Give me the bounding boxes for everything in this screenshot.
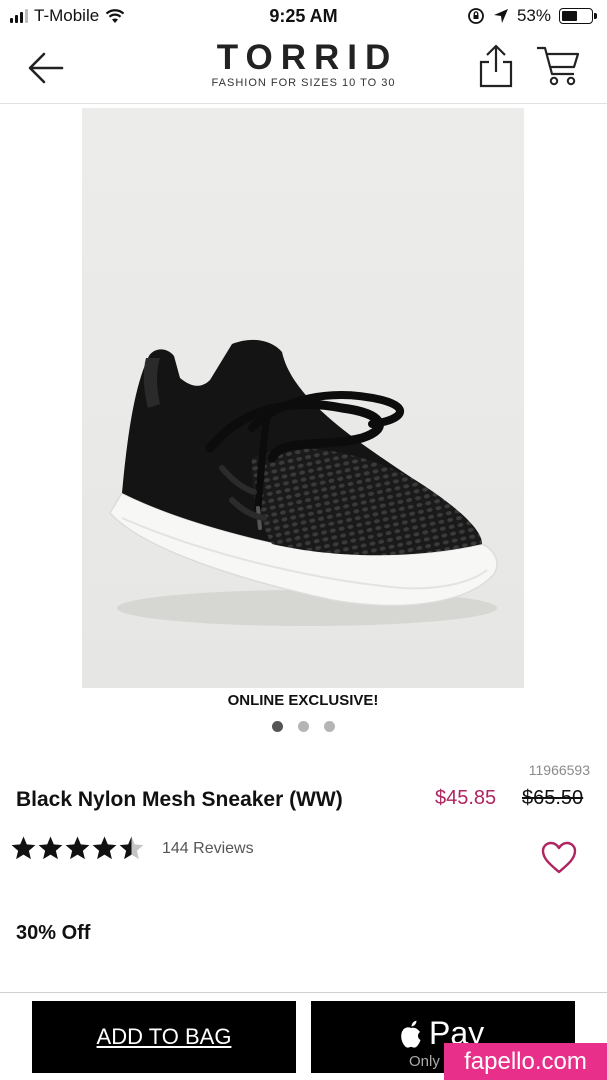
status-right: 53%: [467, 6, 597, 26]
apple-logo-icon: [401, 1020, 421, 1048]
add-to-bag-label: ADD TO BAG: [96, 1024, 232, 1049]
star-icon: [119, 836, 144, 860]
image-pager[interactable]: [0, 721, 607, 732]
battery-icon: [559, 8, 597, 24]
star-icon: [65, 836, 90, 860]
watermark: fapello.com: [444, 1043, 607, 1080]
star-icon: [92, 836, 117, 860]
star-icon: [38, 836, 63, 860]
status-bar: T-Mobile 9:25 AM 53%: [0, 0, 607, 34]
product-image[interactable]: [82, 108, 524, 694]
battery-level: [562, 11, 577, 21]
wishlist-button[interactable]: [539, 840, 579, 876]
online-exclusive-badge: ONLINE EXCLUSIVE!: [82, 688, 524, 714]
cart-icon: [537, 46, 580, 86]
location-icon: [493, 9, 508, 23]
sale-price: $45.85: [435, 787, 497, 809]
app-header: TORRID FASHION FOR SIZES 10 TO 30: [0, 34, 607, 104]
reviews-link[interactable]: 144 Reviews: [162, 840, 254, 858]
product-sku: 11966593: [528, 762, 590, 778]
pager-dot[interactable]: [298, 721, 309, 732]
original-price: $65.50: [522, 787, 584, 809]
apple-pay-subtext: Only: [409, 1053, 440, 1070]
rotation-lock-icon: [468, 8, 484, 24]
share-button[interactable]: [474, 42, 518, 90]
product-title: Black Nylon Mesh Sneaker (WW): [16, 788, 343, 811]
cart-button[interactable]: [534, 44, 584, 88]
heart-icon: [541, 841, 577, 874]
rating-stars[interactable]: [10, 835, 145, 861]
share-icon: [479, 44, 513, 88]
star-icon: [11, 836, 36, 860]
add-to-bag-button[interactable]: ADD TO BAG: [32, 1001, 296, 1073]
sneaker-image: [109, 339, 498, 626]
battery-percent: 53%: [516, 6, 551, 25]
pager-dot[interactable]: [324, 721, 335, 732]
pager-dot[interactable]: [272, 721, 283, 732]
discount-label: 30% Off: [16, 922, 91, 944]
